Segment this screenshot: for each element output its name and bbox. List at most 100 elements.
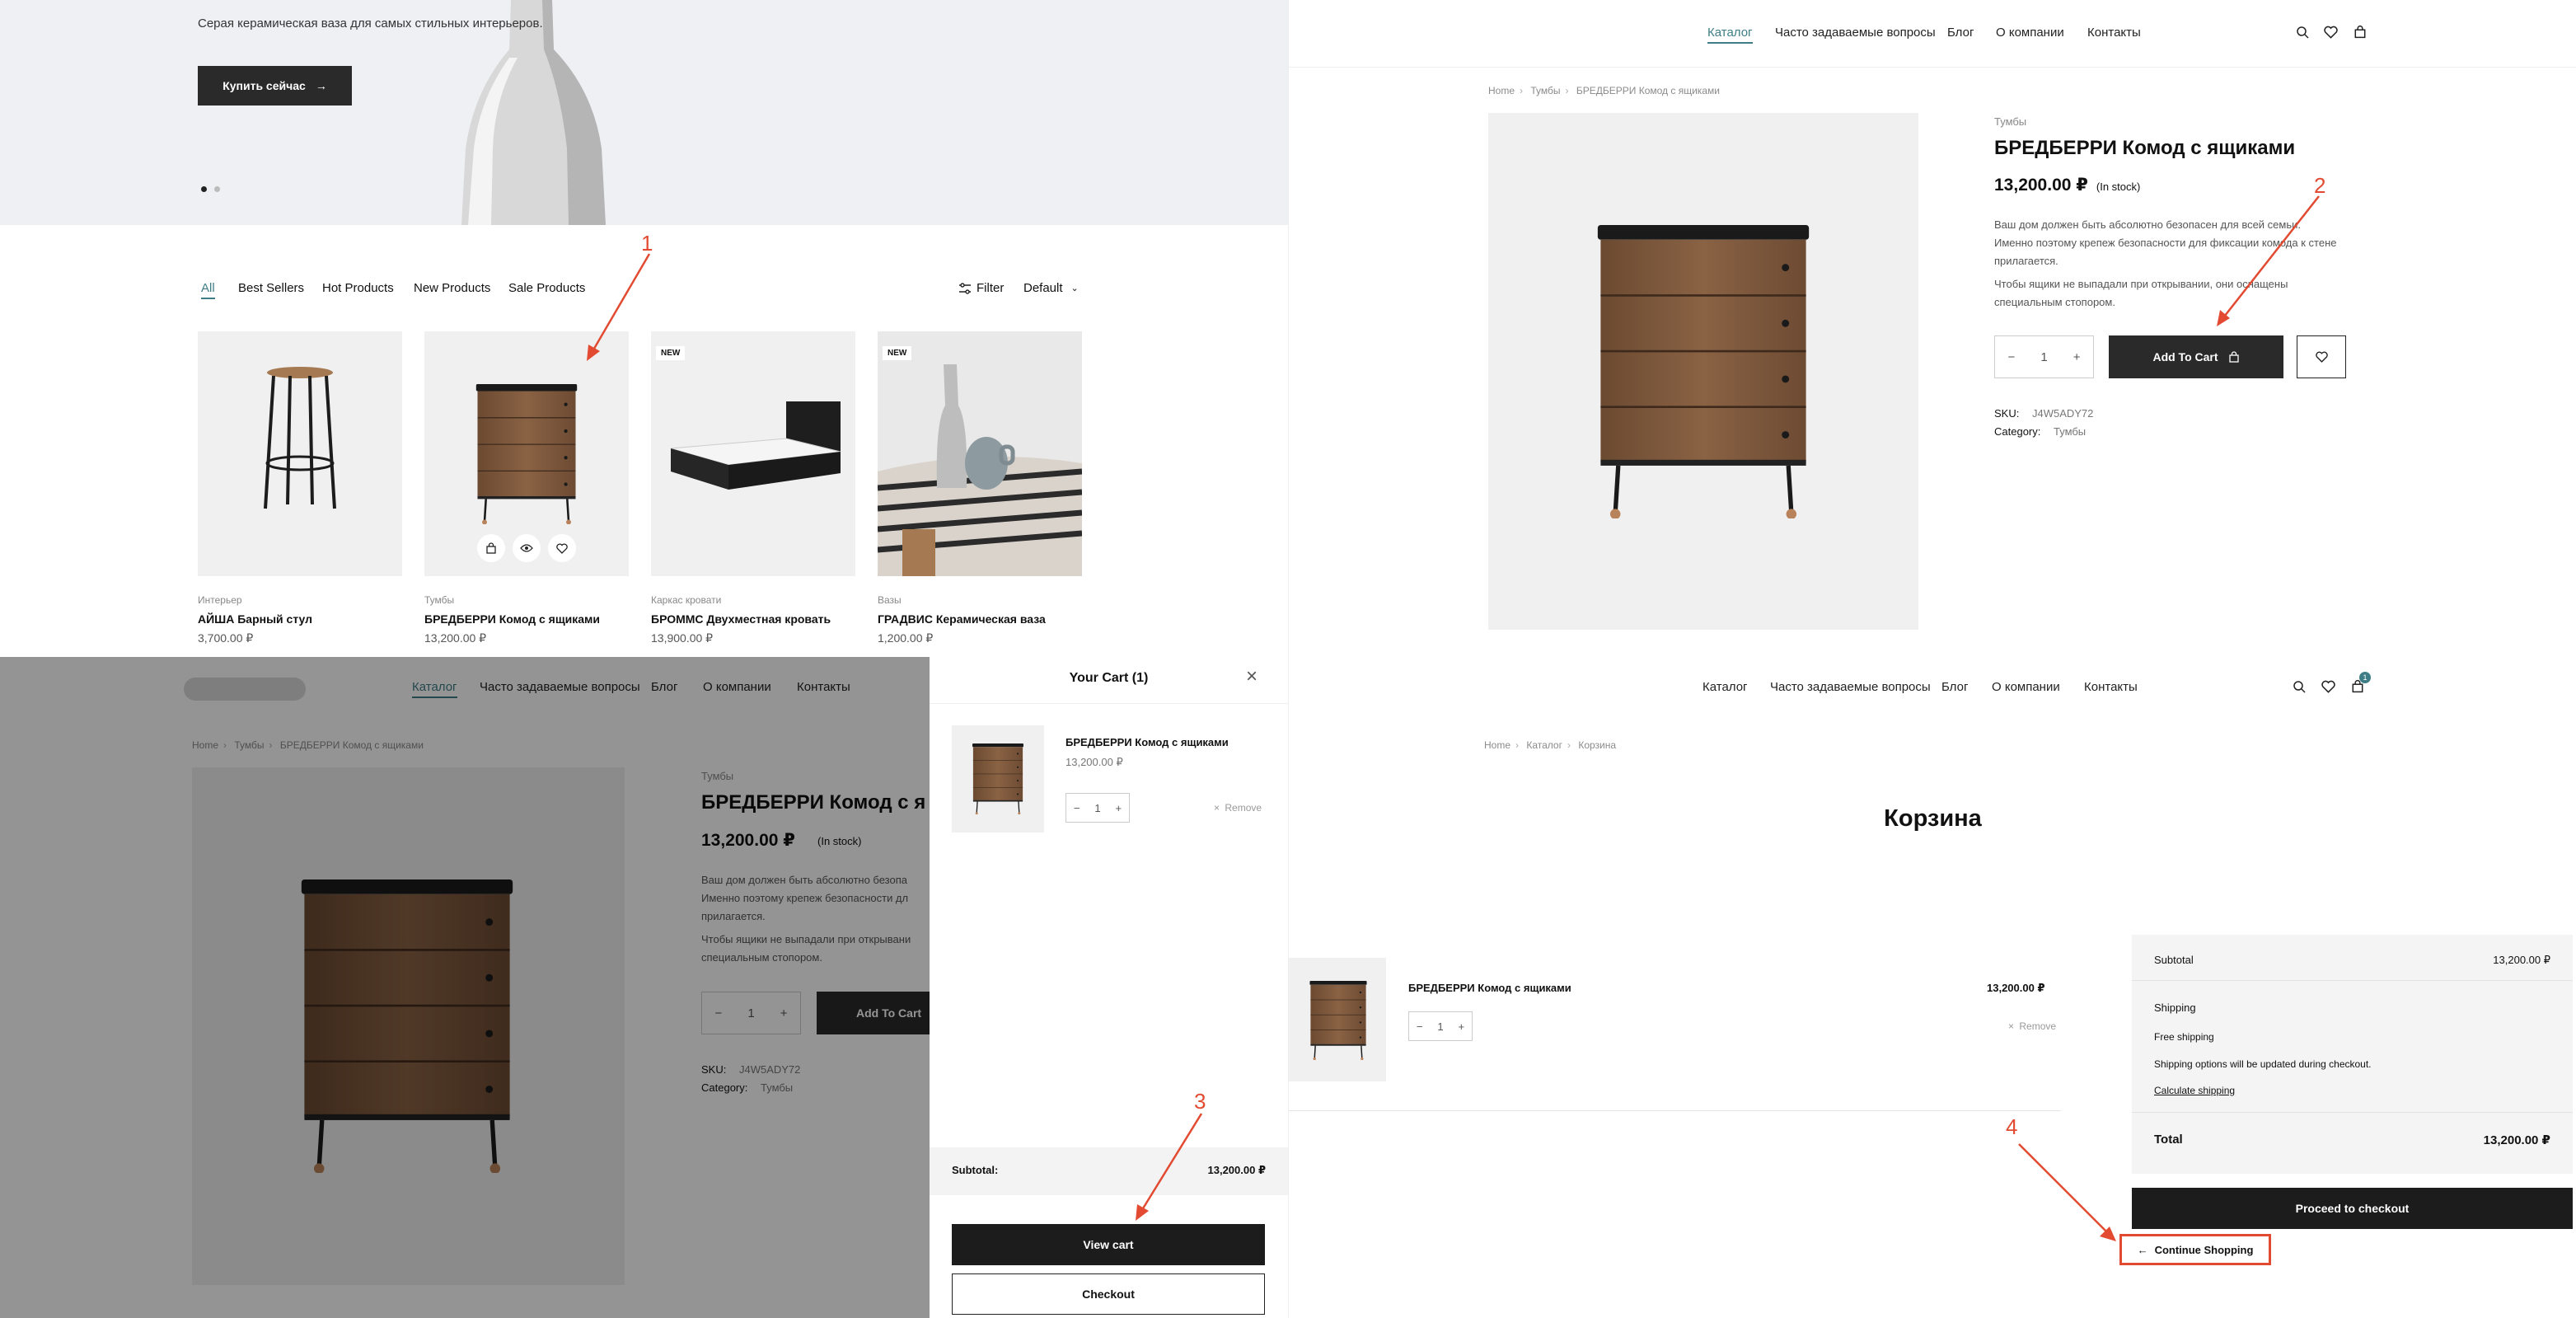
breadcrumb-current: БРЕДБЕРРИ Комод с ящиками <box>1576 85 1720 96</box>
annotation-arrow-icon <box>2217 195 2320 326</box>
chevron-down-icon: ⌄ <box>1070 284 1079 293</box>
free-shipping: Free shipping <box>2154 1031 2214 1043</box>
nav-faq[interactable]: Часто задаваемые вопросы <box>1775 26 1936 40</box>
nav-contacts[interactable]: Контакты <box>2084 680 2138 694</box>
proceed-to-checkout-button[interactable]: Proceed to checkout <box>2132 1188 2573 1229</box>
quantity-stepper[interactable]: − 1 + <box>1066 793 1130 823</box>
add-to-cart-icon[interactable] <box>477 534 505 562</box>
checkout-button[interactable]: Checkout <box>952 1273 1265 1315</box>
nav-blog[interactable]: Блог <box>1947 26 1974 40</box>
quantity-value[interactable]: 1 <box>1437 1020 1443 1033</box>
product-name[interactable]: ГРАДВИС Керамическая ваза <box>878 612 1046 626</box>
wishlist-heart-icon[interactable] <box>2321 680 2335 693</box>
product-image-vase[interactable]: NEW <box>878 331 1082 576</box>
product-category-label[interactable]: Тумбы <box>1994 115 2026 128</box>
filter-button[interactable]: Filter <box>958 281 1004 295</box>
tab-sale-products[interactable]: Sale Products <box>508 281 585 295</box>
nav-about[interactable]: О компании <box>1992 680 2060 694</box>
chevron-right-icon: › <box>1567 739 1571 751</box>
remove-item-button[interactable]: × Remove <box>1214 802 1262 814</box>
product-page-panel: Каталог Часто задаваемые вопросы Блог О … <box>1288 0 2576 657</box>
add-to-cart-button[interactable]: Add To Cart <box>2109 335 2283 378</box>
wishlist-heart-icon[interactable] <box>2324 26 2338 39</box>
product-price: 1,200.00 ₽ <box>878 631 934 645</box>
breadcrumb-home[interactable]: Home <box>1484 739 1510 751</box>
wishlist-heart-icon[interactable] <box>548 534 576 562</box>
product-price: 13,200.00 ₽ (In stock) <box>1994 175 2140 195</box>
tab-hot-products[interactable]: Hot Products <box>322 281 394 295</box>
product-image-dresser[interactable] <box>424 331 629 576</box>
product-image-bed[interactable]: NEW <box>651 331 855 576</box>
cart-bag-icon[interactable] <box>2354 25 2367 39</box>
quick-view-icon[interactable] <box>513 534 541 562</box>
add-to-cart-label: Add To Cart <box>2152 350 2218 364</box>
product-name[interactable]: АЙША Барный стул <box>198 612 312 626</box>
cart-item-name[interactable]: БРЕДБЕРРИ Комод с ящиками <box>1408 982 1571 994</box>
product-name[interactable]: БРЕДБЕРРИ Комод с ящиками <box>424 612 600 626</box>
price-value: 13,200.00 ₽ <box>1994 176 2088 195</box>
quantity-stepper[interactable]: − 1 + <box>1408 1011 1473 1041</box>
annotation-arrow-icon <box>1136 1113 1203 1221</box>
page-overlay[interactable] <box>0 657 930 1318</box>
shipping-label: Shipping <box>2154 1001 2196 1014</box>
quantity-stepper[interactable]: − 1 + <box>1994 335 2094 378</box>
nav-about[interactable]: О компании <box>1996 26 2064 40</box>
arrow-left-icon: ← <box>2137 1243 2148 1256</box>
breadcrumb-catalog[interactable]: Каталог <box>1526 739 1562 751</box>
search-icon[interactable] <box>2293 680 2306 693</box>
remove-item-button[interactable]: × Remove <box>2008 1020 2056 1032</box>
new-badge: NEW <box>656 346 686 360</box>
buy-now-button[interactable]: Купить сейчас → <box>198 66 352 106</box>
annotation-arrow-icon <box>2018 1143 2116 1241</box>
minus-icon[interactable]: − <box>2008 350 2016 364</box>
stock-status: (In stock) <box>2096 181 2141 193</box>
quantity-value[interactable]: 1 <box>2040 350 2047 364</box>
nav-catalog[interactable]: Каталог <box>1707 26 1753 44</box>
cart-item-image[interactable] <box>1289 958 1386 1081</box>
plus-icon[interactable]: + <box>1115 802 1122 814</box>
nav-faq[interactable]: Часто задаваемые вопросы <box>1770 680 1931 694</box>
plus-icon[interactable]: + <box>2073 350 2081 364</box>
breadcrumb-home[interactable]: Home <box>1488 85 1515 96</box>
nav-contacts[interactable]: Контакты <box>2087 26 2141 40</box>
tab-new-products[interactable]: New Products <box>414 281 490 295</box>
breadcrumb: Home › Каталог › Корзина <box>1484 739 1621 751</box>
calculate-shipping-link[interactable]: Calculate shipping <box>2154 1085 2235 1096</box>
view-cart-button[interactable]: View cart <box>952 1224 1265 1265</box>
sort-label: Default <box>1023 281 1063 295</box>
minus-icon[interactable]: − <box>1074 802 1080 814</box>
slider-dot[interactable] <box>214 186 220 192</box>
add-to-wishlist-button[interactable] <box>2297 335 2346 378</box>
breadcrumb: Home › Тумбы › БРЕДБЕРРИ Комод с ящиками <box>1488 85 1725 96</box>
cart-item-image[interactable] <box>952 725 1044 833</box>
product-price: 13,900.00 ₽ <box>651 631 714 645</box>
close-icon[interactable]: × <box>1246 665 1258 688</box>
plus-icon[interactable]: + <box>1458 1020 1464 1033</box>
subtotal-bar: Subtotal: 13,200.00 ₽ <box>930 1147 1288 1195</box>
chevron-right-icon: › <box>1520 85 1524 96</box>
sort-select[interactable]: Default ⌄ <box>1023 281 1079 295</box>
cart-count-badge: 1 <box>2359 672 2371 683</box>
slider-dot-active[interactable] <box>201 186 207 192</box>
product-main-image[interactable] <box>1488 113 1918 630</box>
cart-page-panel: Каталог Часто задаваемые вопросы Блог О … <box>1288 657 2576 1318</box>
sku-row: SKU: J4W5ADY72 <box>1994 407 2093 420</box>
continue-shopping-button[interactable]: ← Continue Shopping <box>2119 1234 2271 1265</box>
product-name[interactable]: БРОММС Двухместная кровать <box>651 612 831 626</box>
tab-all[interactable]: All <box>201 281 215 299</box>
breadcrumb-category[interactable]: Тумбы <box>1530 85 1560 96</box>
tab-best-sellers[interactable]: Best Sellers <box>238 281 304 295</box>
category-link[interactable]: Тумбы <box>2054 425 2086 438</box>
quantity-value[interactable]: 1 <box>1094 802 1100 814</box>
nav-blog[interactable]: Блог <box>1941 680 1968 694</box>
heart-icon <box>2315 351 2328 363</box>
proceed-label: Proceed to checkout <box>2295 1202 2410 1215</box>
nav-catalog[interactable]: Каталог <box>1703 680 1748 694</box>
chevron-right-icon: › <box>1565 85 1569 96</box>
chevron-right-icon: › <box>1515 739 1520 751</box>
product-image-stool[interactable] <box>198 331 402 576</box>
search-icon[interactable] <box>2296 26 2309 39</box>
product-title: БРЕДБЕРРИ Комод с ящиками <box>1994 137 2296 159</box>
minus-icon[interactable]: − <box>1417 1020 1423 1033</box>
cart-item-name[interactable]: БРЕДБЕРРИ Комод с ящиками <box>1066 736 1229 748</box>
